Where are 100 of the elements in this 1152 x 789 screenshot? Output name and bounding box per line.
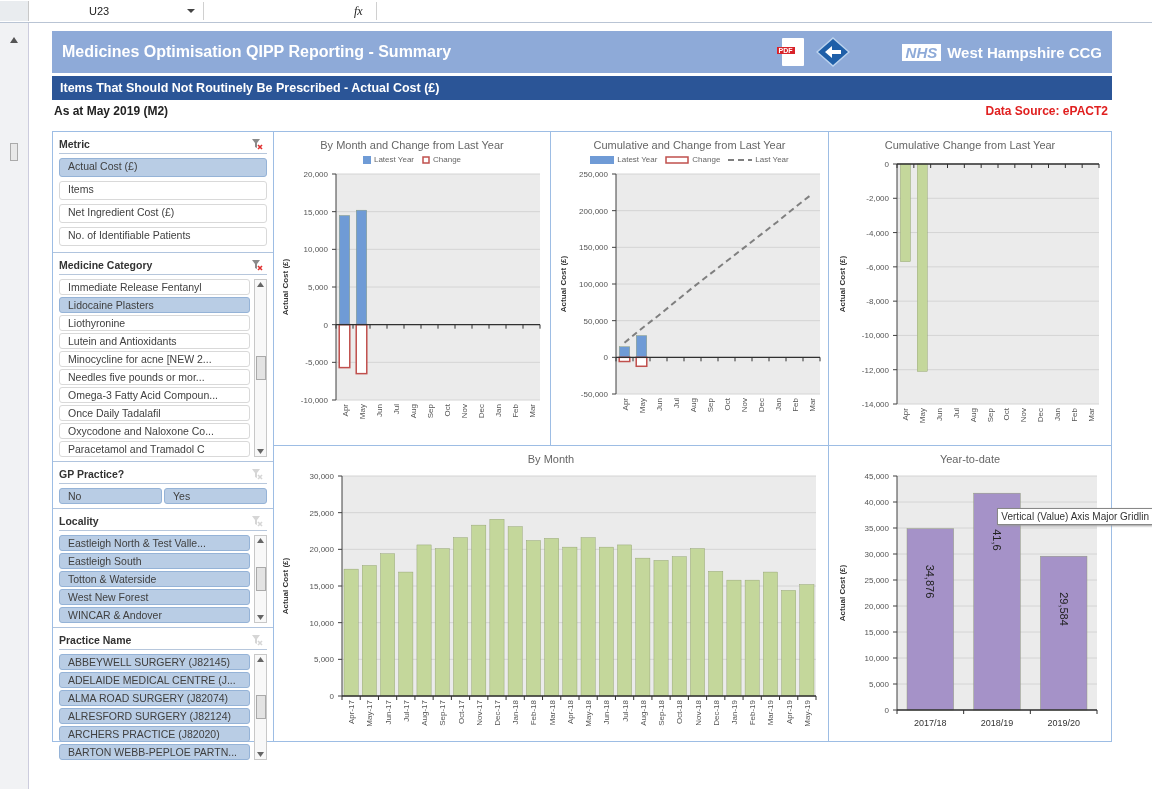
axis-category-label: Feb [510, 404, 520, 418]
slicer-item[interactable]: Oxycodone and Naloxone Co... [59, 423, 250, 439]
axis-title: Actual Cost (£) [838, 564, 847, 622]
axis-tick-label: -5,000 [305, 358, 328, 368]
axis-title: Actual Cost (£) [281, 258, 290, 316]
axis-category-label: Nov-18 [693, 700, 703, 726]
tooltip: Vertical (Value) Axis Major Gridlin [997, 508, 1152, 525]
slicer-title: Locality [59, 515, 99, 527]
axis-category-label: Aug [408, 404, 418, 419]
clear-filter-icon[interactable] [252, 259, 263, 271]
axis-tick-label: 0 [884, 160, 889, 169]
scrollbar[interactable] [254, 279, 267, 457]
slicer-item[interactable]: Actual Cost (£) [59, 158, 267, 177]
axis-category-label: Dec-18 [711, 700, 721, 726]
axis-tick-label: 45,000 [864, 472, 889, 481]
axis-category-label: Mar [807, 398, 816, 412]
slicer-item[interactable]: WINCAR & Andover [59, 607, 250, 623]
axis-tick-label: 150,000 [578, 243, 608, 253]
slicer-item[interactable]: Minocycline for acne [NEW 2... [59, 351, 250, 367]
scrollbar[interactable] [254, 654, 267, 760]
slicer-item[interactable]: ABBEYWELL SURGERY (J82145) [59, 654, 250, 670]
slicer-item[interactable]: Immediate Release Fentanyl [59, 279, 250, 295]
report-date: As at May 2019 (M2) [54, 104, 169, 118]
axis-category-label: Apr-19 [784, 700, 794, 724]
scroll-up-icon[interactable] [10, 37, 18, 43]
slicer-item[interactable]: ADELAIDE MEDICAL CENTRE (J... [59, 672, 250, 688]
axis-tick-label: 20,000 [864, 602, 889, 611]
slicer-item[interactable]: Liothyronine [59, 315, 250, 331]
axis-category-label: May-17 [365, 700, 375, 727]
slicer-item[interactable]: ALRESFORD SURGERY (J82124) [59, 708, 250, 724]
axis-category-label: Dec [756, 398, 765, 413]
function-button[interactable]: fx [354, 3, 376, 19]
axis-category-label: Sep [985, 408, 995, 423]
scroll-down-icon[interactable] [257, 752, 264, 757]
axis-category-label: Oct-18 [675, 700, 685, 724]
slicer-item[interactable]: Yes [164, 488, 267, 504]
slicer-item[interactable]: Paracetamol and Tramadol C [59, 441, 250, 457]
axis-category-label: Sep-18 [657, 700, 667, 726]
axis-category-label: Jun-17 [383, 700, 393, 725]
axis-category-label: Oct-17 [456, 700, 466, 724]
axis-category-label: Jan-18 [511, 700, 521, 725]
legend-label: Latest Year [373, 155, 414, 164]
scroll-thumb[interactable] [255, 356, 266, 380]
slicer-item[interactable]: Once Daily Tadalafil [59, 405, 250, 421]
axis-tick-label: 20,000 [309, 545, 334, 555]
axis-tick-label: 10,000 [303, 245, 328, 255]
axis-category-label: Oct [722, 398, 731, 411]
slicer-item[interactable]: Items [59, 181, 267, 200]
legend-label: Change [692, 155, 721, 164]
axis-tick-label: 15,000 [303, 207, 328, 217]
slicer-item[interactable]: Omega-3 Fatty Acid Compoun... [59, 387, 250, 403]
scroll-thumb[interactable] [255, 567, 266, 591]
slicer-item[interactable]: Eastleigh South [59, 553, 250, 569]
slicer-item[interactable]: Net Ingredient Cost (£) [59, 204, 267, 223]
legend-label: Change [433, 155, 462, 164]
slicer-item[interactable]: ARCHERS PRACTICE (J82020) [59, 726, 250, 742]
axis-category-label: Feb-18 [529, 700, 539, 726]
axis-category-label: 2017/18 [914, 718, 947, 728]
slicer-item[interactable]: West New Forest [59, 589, 250, 605]
back-arrow-icon[interactable] [815, 37, 850, 67]
slicer-title: Medicine Category [59, 259, 153, 271]
axis-tick-label: 200,000 [578, 206, 608, 216]
axis-tick-label: 0 [323, 320, 328, 330]
axis-category-label: Jun [374, 404, 384, 417]
slicer-item[interactable]: No. of Identifiable Patients [59, 227, 267, 246]
axis-tick-label: 10,000 [309, 618, 334, 628]
scroll-down-icon[interactable] [257, 449, 264, 454]
slicer-item[interactable]: Lidocaine Plasters [59, 297, 250, 313]
axis-tick-label: 5,000 [868, 680, 889, 689]
scroll-up-icon[interactable] [257, 282, 264, 287]
scrollbar[interactable] [254, 535, 267, 623]
report-subtitle: Items That Should Not Routinely Be Prescribed - Actual Cost (£) [60, 81, 440, 95]
slicer-item[interactable]: No [59, 488, 162, 504]
axis-tick-label: -4,000 [866, 228, 889, 238]
axis-tick-label: -10,000 [300, 396, 328, 405]
scroll-down-icon[interactable] [257, 615, 264, 620]
name-box[interactable]: U23 [29, 2, 204, 20]
scroll-up-icon[interactable] [257, 657, 264, 662]
slicer-item[interactable]: Needles five pounds or mor... [59, 369, 250, 385]
slicer-item[interactable]: BARTON WEBB-PEPLOE PARTN... [59, 744, 250, 760]
clear-filter-icon[interactable] [252, 138, 263, 150]
slicer-title: GP Practice? [59, 468, 125, 480]
axis-category-label: Jan-19 [729, 700, 739, 725]
slicer-item[interactable]: Totton & Waterside [59, 571, 250, 587]
split-handle[interactable] [10, 143, 18, 161]
axis-tick-label: 50,000 [583, 316, 608, 326]
scroll-up-icon[interactable] [257, 538, 264, 543]
axis-category-label: Aug-17 [420, 700, 430, 726]
scroll-thumb[interactable] [255, 695, 266, 719]
axis-tick-label: 30,000 [309, 472, 334, 481]
axis-category-label: Mar [1086, 408, 1096, 422]
axis-tick-label: 25,000 [309, 508, 334, 518]
axis-title: Actual Cost (£) [281, 557, 290, 615]
chart-title: Cumulative Change from Last Year [884, 138, 1056, 152]
slicer-item[interactable]: ALMA ROAD SURGERY (J82074) [59, 690, 250, 706]
axis-tick-label: -6,000 [866, 262, 889, 272]
slicer-item[interactable]: Eastleigh North & Test Valle... [59, 535, 250, 551]
caret-icon [187, 8, 195, 14]
axis-category-label: Dec [476, 404, 486, 419]
slicer-item[interactable]: Lutein and Antioxidants [59, 333, 250, 349]
